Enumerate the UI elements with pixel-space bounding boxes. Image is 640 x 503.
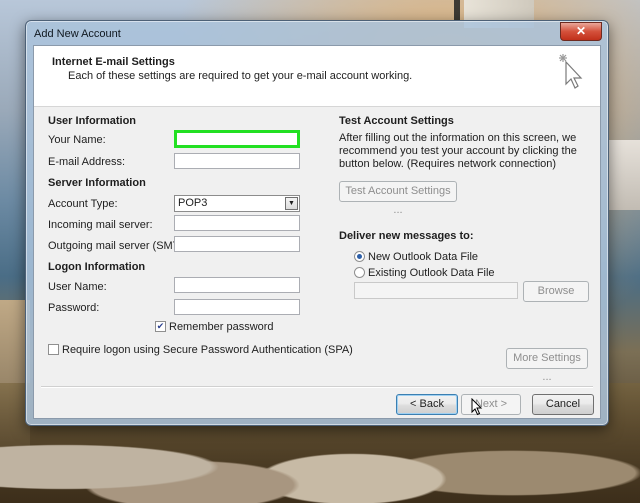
email-address-label: E-mail Address:	[48, 156, 126, 168]
close-button[interactable]: ✕	[560, 22, 602, 41]
add-new-account-dialog: Add New Account ✕ Internet E-mail Settin…	[25, 20, 609, 426]
window-title: Add New Account	[34, 28, 121, 40]
next-button[interactable]: Next >	[461, 394, 521, 415]
existing-data-file-label[interactable]: Existing Outlook Data File	[368, 267, 495, 279]
account-type-value: POP3	[178, 197, 208, 209]
title-bar[interactable]: Add New Account ✕	[26, 21, 608, 45]
dialog-header: Internet E-mail Settings Each of these s…	[34, 46, 600, 107]
new-data-file-label[interactable]: New Outlook Data File	[368, 251, 478, 263]
data-file-path-input[interactable]	[354, 282, 518, 299]
house-background	[608, 140, 640, 210]
more-settings-button[interactable]: More Settings ...	[506, 348, 588, 383]
your-name-input[interactable]	[174, 130, 300, 148]
user-information-heading: User Information	[48, 115, 137, 127]
browse-button[interactable]: Browse	[523, 281, 589, 302]
test-account-settings-heading: Test Account Settings	[339, 115, 454, 127]
deliver-messages-heading: Deliver new messages to:	[339, 230, 474, 242]
cancel-button[interactable]: Cancel	[532, 394, 594, 415]
header-title: Internet E-mail Settings	[52, 56, 175, 68]
back-button[interactable]: < Back	[396, 394, 458, 415]
outgoing-server-input[interactable]	[174, 236, 300, 252]
server-information-heading: Server Information	[48, 177, 146, 189]
mouse-pointer-icon	[471, 398, 483, 416]
test-account-settings-button[interactable]: Test Account Settings ...	[339, 181, 457, 216]
outgoing-server-label: Outgoing mail server (SMTP):	[48, 240, 194, 252]
user-name-label: User Name:	[48, 281, 107, 293]
logon-information-heading: Logon Information	[48, 261, 146, 273]
remember-password-label[interactable]: Remember password	[169, 321, 274, 333]
spa-label[interactable]: Require logon using Secure Password Auth…	[62, 344, 353, 356]
new-data-file-radio[interactable]	[354, 251, 365, 262]
footer-separator	[41, 386, 593, 388]
spa-checkbox[interactable]	[48, 344, 59, 355]
password-input[interactable]	[174, 299, 300, 315]
chevron-down-icon[interactable]: ▼	[285, 197, 298, 210]
user-name-input[interactable]	[174, 277, 300, 293]
password-label: Password:	[48, 302, 100, 314]
dialog-client-area: Internet E-mail Settings Each of these s…	[33, 45, 601, 419]
existing-data-file-radio[interactable]	[354, 267, 365, 278]
incoming-server-label: Incoming mail server:	[48, 219, 153, 231]
your-name-label: Your Name:	[48, 134, 106, 146]
test-settings-description: After filling out the information on thi…	[339, 132, 577, 170]
incoming-server-input[interactable]	[174, 215, 300, 231]
account-type-label: Account Type:	[48, 198, 118, 210]
remember-password-checkbox[interactable]: ✔	[155, 321, 166, 332]
email-address-input[interactable]	[174, 153, 300, 169]
account-type-select[interactable]: POP3 ▼	[174, 195, 300, 212]
cursor-sparkle-icon	[559, 54, 583, 89]
header-subtitle: Each of these settings are required to g…	[68, 70, 413, 82]
